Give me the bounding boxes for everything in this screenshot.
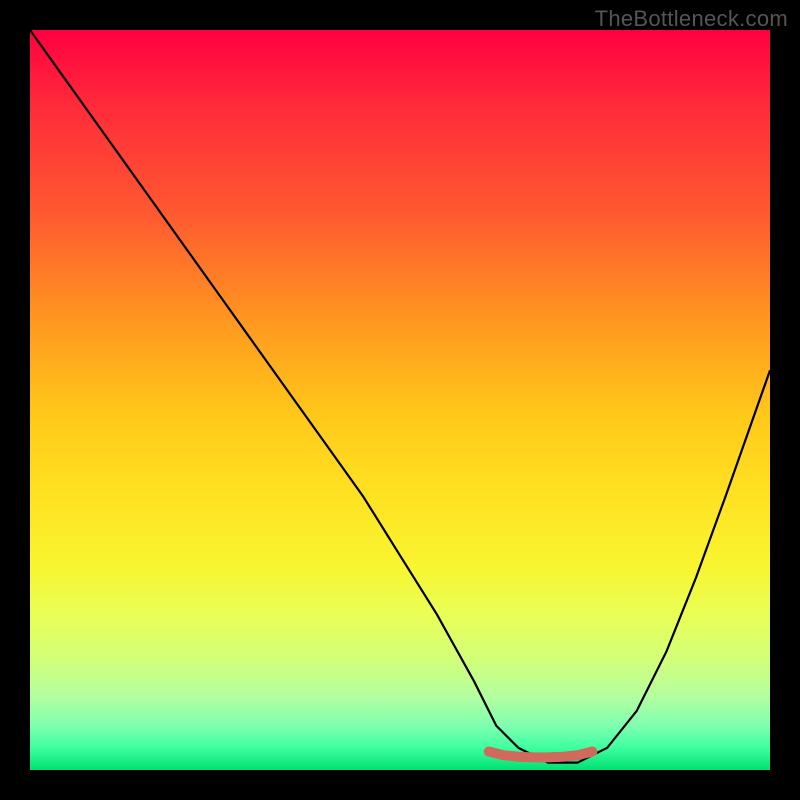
chart-frame: TheBottleneck.com [0, 0, 800, 800]
bottleneck-curve [30, 30, 770, 763]
optimal-zone-path [489, 752, 593, 758]
chart-svg [30, 30, 770, 770]
optimal-zone-marker [489, 752, 593, 758]
watermark-label: TheBottleneck.com [595, 6, 788, 32]
bottleneck-curve-path [30, 30, 770, 763]
plot-area [30, 30, 770, 770]
